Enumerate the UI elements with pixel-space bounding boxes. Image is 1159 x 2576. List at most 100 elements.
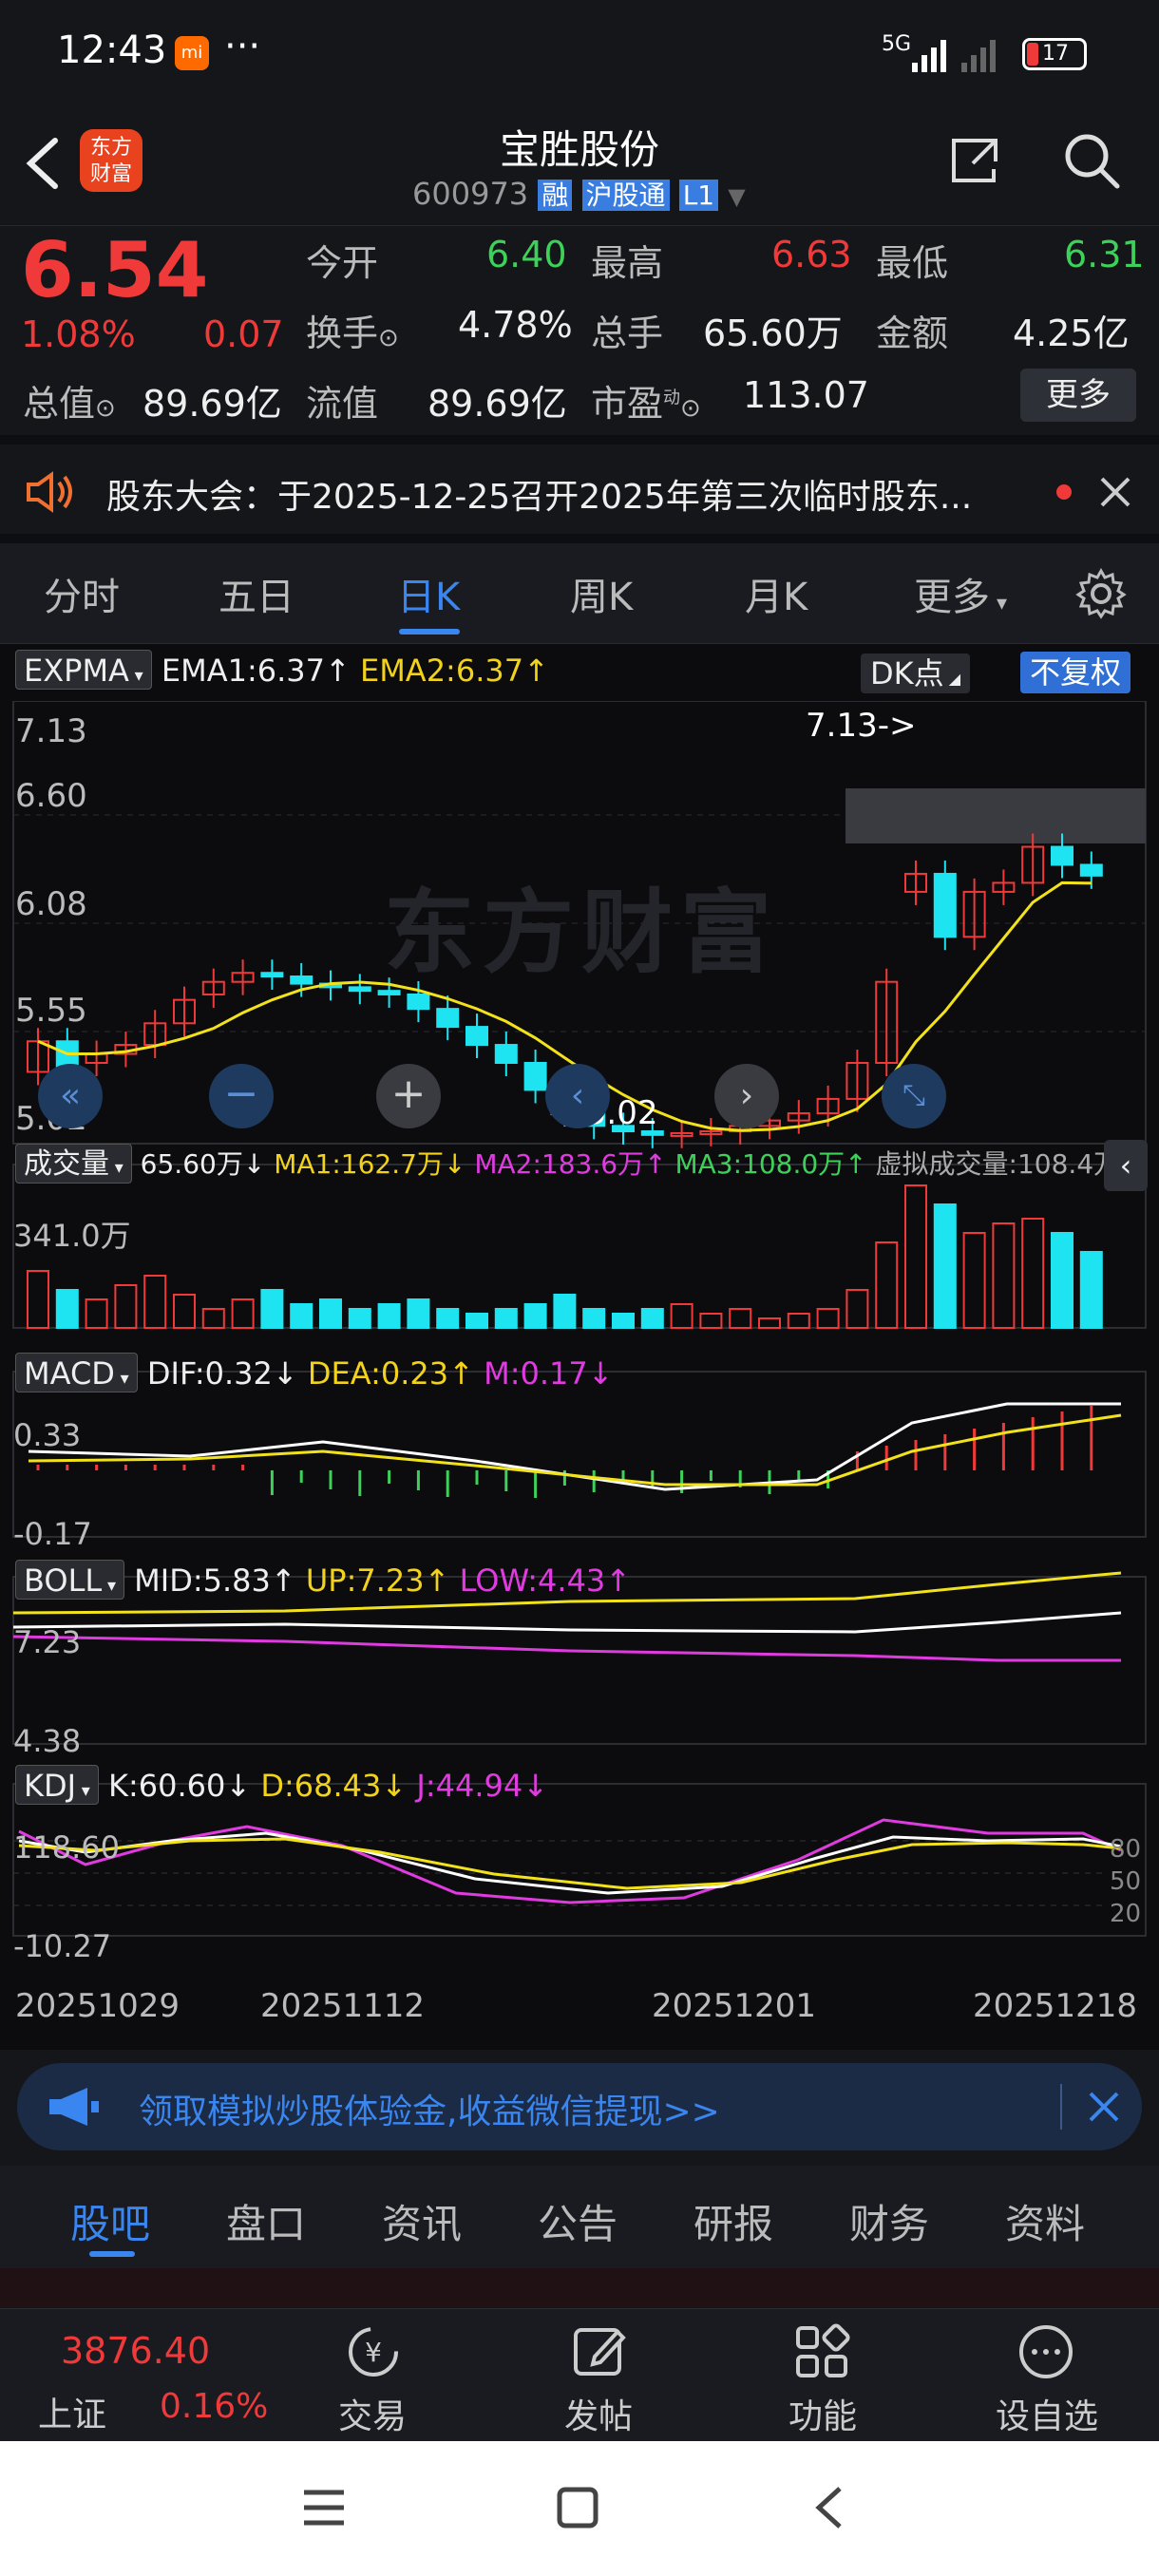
stock-code-row: 600973 融 沪股通 L1 ▼ — [412, 175, 746, 213]
kdj-selector[interactable]: KDJ ▾ — [15, 1765, 99, 1805]
volume-bar — [260, 1289, 284, 1329]
settings-gear-icon[interactable] — [1075, 568, 1127, 619]
close-icon[interactable] — [1098, 475, 1132, 509]
trade-label[interactable]: 交易 — [338, 2389, 407, 2438]
turnover-label: 换手⊙ — [306, 313, 399, 354]
volume-label: 总手 — [591, 313, 664, 354]
active-tab-indicator — [399, 629, 460, 635]
battery-level: 17 — [1042, 42, 1069, 66]
tab-pankou[interactable]: 盘口 — [226, 2192, 306, 2250]
collapse-panel-button[interactable]: ‹ — [1104, 1140, 1148, 1191]
vol-ma1: MA1:162.7万 — [274, 1148, 444, 1180]
level-dropdown-icon[interactable]: ▼ — [728, 183, 745, 210]
volume-bar — [494, 1308, 518, 1329]
change-pct: 1.08% — [21, 313, 136, 355]
boll-selector[interactable]: BOLL ▾ — [15, 1560, 124, 1600]
tab-5day[interactable]: 五日 — [218, 566, 294, 621]
scroll-left-button[interactable]: « — [38, 1064, 103, 1128]
more-button[interactable]: 更多 — [1020, 369, 1136, 422]
ema2-value: EMA2:6.37 — [359, 653, 524, 689]
prev-button[interactable]: ‹ — [545, 1064, 610, 1128]
kline-chart-area[interactable]: EXPMA ▾ EMA1:6.37↑ EMA2:6.37↑ DK点 ◢ 不复权 … — [0, 644, 1159, 2050]
volume-bar — [173, 1294, 196, 1329]
candle-body — [290, 975, 314, 985]
tab-more[interactable]: 更多 ▾ — [914, 566, 1007, 621]
system-nav-bar — [0, 2441, 1159, 2576]
candle-body — [523, 1062, 547, 1091]
boll-header: BOLL ▾ MID:5.83↑ UP:7.23↑ LOW:4.43↑ — [15, 1560, 631, 1600]
volume-selector[interactable]: 成交量 ▾ — [15, 1144, 132, 1184]
date-3: 20251201 — [652, 1987, 817, 2025]
low-value: 6.31 — [1064, 234, 1145, 275]
pane-frame — [12, 1371, 1147, 1538]
expma-selector[interactable]: EXPMA ▾ — [15, 650, 152, 690]
low-label: 最低 — [876, 242, 949, 284]
boll-up: UP:7.23 — [305, 1563, 425, 1599]
zoom-out-button[interactable]: − — [209, 1064, 274, 1128]
boll-low-line — [12, 1635, 1121, 1662]
signal-icon — [912, 40, 996, 72]
promo-close-icon[interactable] — [1087, 2090, 1121, 2124]
tab-news[interactable]: 资讯 — [382, 2192, 462, 2250]
tab-daily-k[interactable]: 日K — [397, 566, 460, 621]
candle-body — [1051, 845, 1074, 866]
post-edit-icon[interactable] — [570, 2322, 629, 2381]
trade-yen-icon[interactable]: ¥ — [344, 2322, 403, 2381]
search-icon[interactable] — [1062, 131, 1123, 192]
volume-bar — [670, 1303, 694, 1329]
stock-header: 东方 财富 宝胜股份 600973 融 沪股通 L1 ▼ — [0, 112, 1159, 226]
home-icon[interactable] — [555, 2485, 600, 2530]
tag-connect: 沪股通 — [581, 180, 670, 211]
tab-profile[interactable]: 资料 — [1005, 2192, 1085, 2250]
menu-icon[interactable] — [300, 2487, 348, 2529]
macd-axis-min: -0.17 — [13, 1516, 92, 1552]
volume-bar — [699, 1313, 723, 1329]
axis-price-1: 7.13 — [15, 712, 87, 750]
tab-announcements[interactable]: 公告 — [538, 2192, 618, 2250]
quote-panel: 6.54 1.08% 0.07 今开 6.40 最高 6.63 最低 6.31 … — [0, 226, 1159, 445]
fullscreen-button[interactable]: ⤡ — [882, 1064, 946, 1128]
post-label[interactable]: 发帖 — [564, 2389, 633, 2438]
share-icon[interactable] — [946, 131, 1003, 188]
zoom-in-button[interactable]: + — [376, 1064, 441, 1128]
pe-value: 113.07 — [743, 374, 869, 416]
pressure-zone — [846, 788, 1146, 843]
macd-selector[interactable]: MACD ▾ — [15, 1353, 138, 1392]
kdj-k: K:60.60 — [108, 1768, 226, 1804]
watchlist-label[interactable]: 设自选 — [996, 2389, 1098, 2438]
functions-grid-icon[interactable] — [792, 2322, 851, 2381]
vol-value: 65.60万 — [140, 1148, 243, 1180]
watchlist-add-icon[interactable] — [1016, 2322, 1075, 2381]
volume-bar — [1051, 1232, 1074, 1329]
battery-icon: 17 — [1022, 38, 1087, 70]
tab-finance[interactable]: 财务 — [849, 2192, 929, 2250]
tab-monthly-k[interactable]: 月K — [745, 566, 808, 621]
back-nav-icon[interactable] — [809, 2483, 847, 2532]
mcap-value: 89.69亿 — [142, 383, 282, 425]
adjust-mode-button[interactable]: 不复权 — [1020, 652, 1131, 693]
index-name: 上证 — [38, 2396, 107, 2434]
tag-level: L1 — [678, 180, 719, 211]
tab-weekly-k[interactable]: 周K — [570, 566, 633, 621]
tab-intraday[interactable]: 分时 — [44, 566, 120, 621]
macd-dea: DEA:0.23 — [307, 1355, 449, 1392]
functions-label[interactable]: 功能 — [788, 2389, 857, 2438]
dk-point-button[interactable]: DK点 ◢ — [861, 653, 971, 693]
volume-bar — [1079, 1251, 1103, 1329]
candle-body — [494, 1044, 518, 1065]
volume-bar — [85, 1298, 108, 1329]
volume-bar — [436, 1308, 460, 1329]
unread-dot — [1056, 484, 1072, 500]
promo-banner[interactable]: 领取模拟炒股体验金,收益微信提现>> — [17, 2063, 1142, 2150]
tab-research[interactable]: 研报 — [694, 2192, 773, 2250]
volume-bar — [992, 1222, 1016, 1329]
tab-guba[interactable]: 股吧 — [70, 2192, 150, 2250]
date-2: 20251112 — [260, 1987, 426, 2025]
kdj-d: D:68.43 — [260, 1768, 382, 1804]
volume-bar — [904, 1184, 927, 1329]
volume-bar — [27, 1270, 49, 1329]
volume-bar — [787, 1313, 810, 1329]
next-button[interactable]: › — [714, 1064, 779, 1128]
volume-bar — [758, 1317, 781, 1329]
announcement-bar[interactable]: 股东大会：于2025-12-25召开2025年第三次临时股东... — [0, 445, 1159, 543]
